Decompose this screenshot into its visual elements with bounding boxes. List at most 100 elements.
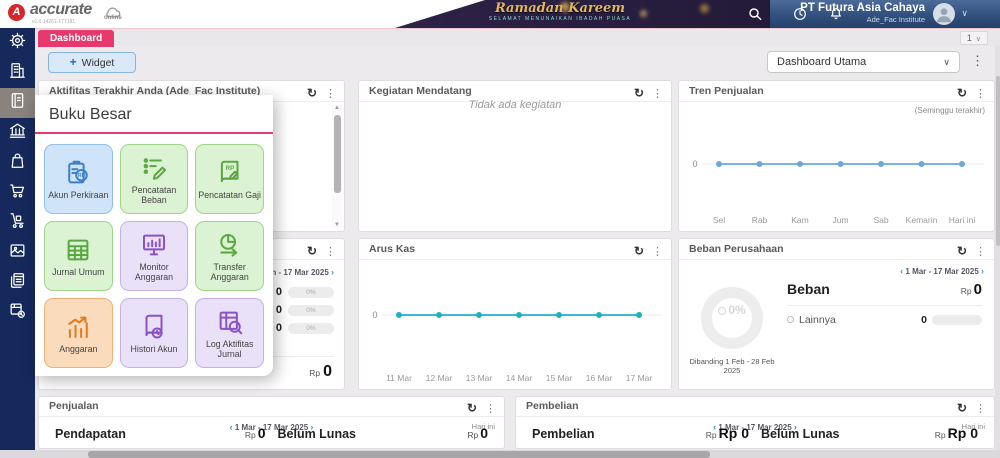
- legend-bar: [932, 315, 982, 325]
- select-chevron-down-icon: ∨: [943, 52, 950, 72]
- tile-monitor-anggaran[interactable]: Monitor Anggaran: [120, 221, 189, 291]
- company-block: PT Futura Asia Cahaya Ade_Fac Institute: [800, 2, 925, 24]
- banner-moon-icon: [700, 4, 709, 13]
- refresh-icon[interactable]: ↻: [957, 244, 967, 258]
- next-icon: ›: [981, 266, 984, 276]
- page-selector[interactable]: 1∨: [960, 31, 988, 45]
- svg-text:Rab: Rab: [752, 215, 768, 225]
- svg-text:0: 0: [372, 310, 377, 320]
- tren-penjualan-chart: 0SelRabKamJumSabKemarinHari ini: [683, 118, 990, 228]
- widget-menu-icon[interactable]: ⋮: [325, 246, 336, 258]
- svg-text:13 Mar: 13 Mar: [466, 373, 493, 383]
- account-area: PT Futura Asia Cahaya Ade_Fac Institute …: [770, 0, 1000, 28]
- widget-title: Tren Penjualan: [689, 85, 764, 97]
- refresh-icon[interactable]: ↻: [307, 86, 317, 100]
- vertical-scrollbar[interactable]: [995, 46, 1000, 450]
- refresh-icon[interactable]: ↻: [634, 86, 644, 100]
- widget-pembelian: Pembelian ↻⋮ ‹ 1 Mar - 17 Mar 2025 › Har…: [515, 396, 995, 449]
- horizontal-scrollbar[interactable]: [0, 450, 1000, 458]
- book-clock-icon: [139, 312, 169, 342]
- widget-menu-icon[interactable]: ⋮: [975, 403, 986, 415]
- legend-item[interactable]: Lainnya 0: [787, 314, 982, 326]
- tile-label: Jurnal Umum: [50, 267, 106, 277]
- sidebar-item-cash-bank[interactable]: [0, 118, 35, 148]
- hscroll-thumb[interactable]: [88, 451, 710, 458]
- svg-text:Kemarin: Kemarin: [906, 215, 938, 225]
- logo-area: A accurate v1.0.14261-177181 online: [0, 0, 500, 28]
- monitor-icon: [139, 230, 169, 260]
- percent-badge: 0%: [288, 305, 334, 316]
- widget-scrollbar[interactable]: ▲ ▼: [332, 105, 342, 228]
- donut-value: 0%: [687, 303, 777, 317]
- stat-belum-lunas: Belum Lunas Rp0: [272, 425, 495, 443]
- tile-anggaran[interactable]: Anggaran: [44, 298, 113, 368]
- svg-text:14 Mar: 14 Mar: [506, 373, 533, 383]
- tile-label: Transfer Anggaran: [196, 262, 263, 283]
- sidebar-item-sales[interactable]: [0, 178, 35, 208]
- dashboard-select[interactable]: Dashboard Utama∨: [767, 51, 960, 73]
- svg-text:Hari ini: Hari ini: [949, 215, 976, 225]
- donut-chart: [701, 287, 763, 349]
- beban-section: Beban Rp0: [787, 281, 982, 306]
- refresh-icon[interactable]: ↻: [957, 86, 967, 100]
- svg-text:Jum: Jum: [832, 215, 848, 225]
- tile-log-aktifitas-jurnal[interactable]: Log Aktifitas Jurnal: [195, 298, 264, 368]
- svg-text:Sab: Sab: [873, 215, 888, 225]
- sidebar-item-buku-besar[interactable]: [0, 88, 35, 118]
- refresh-icon[interactable]: ↻: [307, 244, 317, 258]
- date-range[interactable]: ‹ 1 Mar - 17 Mar 2025 ›: [900, 266, 984, 276]
- stat-pendapatan: Pendapatan Rp0: [49, 425, 272, 443]
- svg-text:12 Mar: 12 Mar: [426, 373, 453, 383]
- svg-text:Kam: Kam: [791, 215, 808, 225]
- percent-badge: 0%: [288, 323, 334, 334]
- tile-label: Akun Perkiraan: [46, 190, 110, 200]
- sidebar-item-company[interactable]: [0, 58, 35, 88]
- sidebar-item-data-archive[interactable]: [0, 298, 35, 328]
- widget-menu-icon[interactable]: ⋮: [975, 246, 986, 258]
- refresh-icon[interactable]: ↻: [634, 244, 644, 258]
- tile-pencatatan-gaji[interactable]: RPPencatatan Gaji: [195, 144, 264, 214]
- svg-text:17 Mar: 17 Mar: [626, 373, 653, 383]
- compare-label: Dibanding 1 Feb - 28 Feb 2025: [687, 357, 777, 375]
- widget-menu-icon[interactable]: ⋮: [975, 88, 986, 100]
- sidebar-item-purchases[interactable]: [0, 148, 35, 178]
- widget-kegiatan-mendatang: Kegiatan Mendatang ↻⋮ Tidak ada kegiatan: [358, 80, 672, 232]
- widget-menu-icon[interactable]: ⋮: [485, 403, 496, 415]
- svg-text:RP: RP: [225, 165, 234, 172]
- prev-icon: ‹: [900, 266, 903, 276]
- vscroll-thumb[interactable]: [996, 76, 1000, 246]
- scroll-up-icon[interactable]: ▲: [332, 105, 342, 111]
- page-chevron-down-icon: ∨: [976, 36, 981, 43]
- version-label: v1.0.14261-177181: [32, 19, 75, 25]
- widget-menu-icon[interactable]: ⋮: [652, 246, 663, 258]
- add-widget-button[interactable]: +Widget: [48, 52, 136, 73]
- app: Ramadan Kareem SELAMAT MENUNAIKAN IBADAH…: [0, 0, 1000, 458]
- svg-text:Sel: Sel: [713, 215, 725, 225]
- next-icon: ›: [331, 267, 334, 277]
- brand-name: accurate: [30, 1, 92, 19]
- account-chevron-down-icon[interactable]: ∨: [961, 8, 968, 19]
- tab-dashboard[interactable]: Dashboard: [38, 30, 114, 47]
- search-icon[interactable]: [747, 6, 763, 22]
- scroll-down-icon[interactable]: ▼: [332, 222, 342, 228]
- sidebar-item-reports[interactable]: [0, 268, 35, 298]
- sidebar-item-inventory[interactable]: [0, 208, 35, 238]
- refresh-icon[interactable]: ↻: [957, 401, 967, 415]
- widget-title: Kegiatan Mendatang: [369, 85, 472, 97]
- sidebar-item-settings[interactable]: [0, 28, 35, 58]
- tile-jurnal-umum[interactable]: Jurnal Umum: [44, 221, 113, 291]
- tile-akun-perkiraan[interactable]: RPAkun Perkiraan: [44, 144, 113, 214]
- tile-histori-akun[interactable]: Histori Akun: [120, 298, 189, 368]
- refresh-icon[interactable]: ↻: [467, 401, 477, 415]
- tile-transfer-anggaran[interactable]: Transfer Anggaran: [195, 221, 264, 291]
- online-badge: online: [104, 15, 122, 21]
- disk-clock-icon: [8, 301, 27, 325]
- bank-icon: [8, 121, 27, 145]
- tile-pencatatan-beban[interactable]: Pencatatan Beban: [120, 144, 189, 214]
- page-number: 1: [967, 33, 972, 43]
- scroll-thumb[interactable]: [334, 115, 341, 193]
- dashboard-menu-icon[interactable]: ⋮: [971, 53, 984, 69]
- sidebar-item-fixed-assets[interactable]: [0, 238, 35, 268]
- widget-menu-icon[interactable]: ⋮: [325, 88, 336, 100]
- avatar[interactable]: [933, 3, 955, 25]
